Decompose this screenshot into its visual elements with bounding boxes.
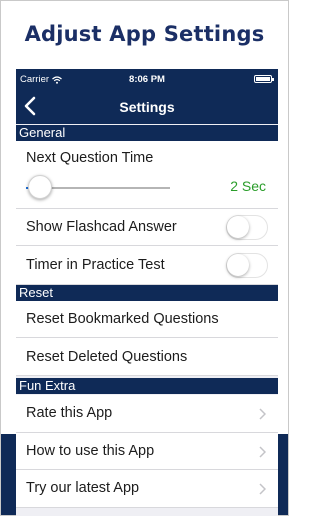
timer-practice-test-toggle[interactable] <box>226 253 268 278</box>
next-question-time-value: 2 Sec <box>230 178 266 194</box>
reset-bookmarked-label: Reset Bookmarked Questions <box>26 311 219 327</box>
try-latest-app-label: Try our latest App <box>26 480 140 496</box>
timer-practice-test-row: Timer in Practice Test <box>16 246 278 285</box>
section-header-reset: Reset <box>16 285 278 301</box>
rate-app-row[interactable]: Rate this App <box>16 395 278 433</box>
how-to-use-row[interactable]: How to use this App <box>16 433 278 470</box>
nav-title: Settings <box>119 99 175 115</box>
chevron-right-icon <box>259 408 266 420</box>
toggle-knob <box>227 216 249 238</box>
status-time: 8:06 PM <box>129 74 165 85</box>
section-header-general: General <box>16 125 278 141</box>
show-flashcard-answer-row: Show Flashcad Answer <box>16 209 278 246</box>
rate-app-label: Rate this App <box>26 405 113 421</box>
show-flashcard-answer-label: Show Flashcad Answer <box>26 219 177 235</box>
toggle-knob <box>227 254 249 276</box>
section-header-fun-extra: Fun Extra <box>16 378 278 394</box>
reset-deleted-label: Reset Deleted Questions <box>26 349 188 365</box>
timer-practice-test-label: Timer in Practice Test <box>26 257 165 273</box>
phone-screen: Carrier 8:06 PM Settings General Next Qu… <box>16 69 278 516</box>
reset-bookmarked-row[interactable]: Reset Bookmarked Questions <box>16 301 278 338</box>
nav-bar: Settings <box>16 89 278 124</box>
battery-icon <box>254 75 274 83</box>
chevron-right-icon <box>259 483 266 495</box>
slider-thumb[interactable] <box>28 175 53 199</box>
try-latest-app-row[interactable]: Try our latest App <box>16 470 278 508</box>
next-question-time-label: Next Question Time <box>26 150 154 166</box>
next-question-time-row: Next Question Time 2 Sec <box>16 141 278 209</box>
promo-title: Adjust App Settings <box>24 22 265 46</box>
status-bar: Carrier 8:06 PM <box>16 69 278 89</box>
show-flashcard-answer-toggle[interactable] <box>226 215 268 240</box>
how-to-use-label: How to use this App <box>26 443 155 459</box>
reset-deleted-row[interactable]: Reset Deleted Questions <box>16 338 278 376</box>
chevron-right-icon <box>259 446 266 458</box>
